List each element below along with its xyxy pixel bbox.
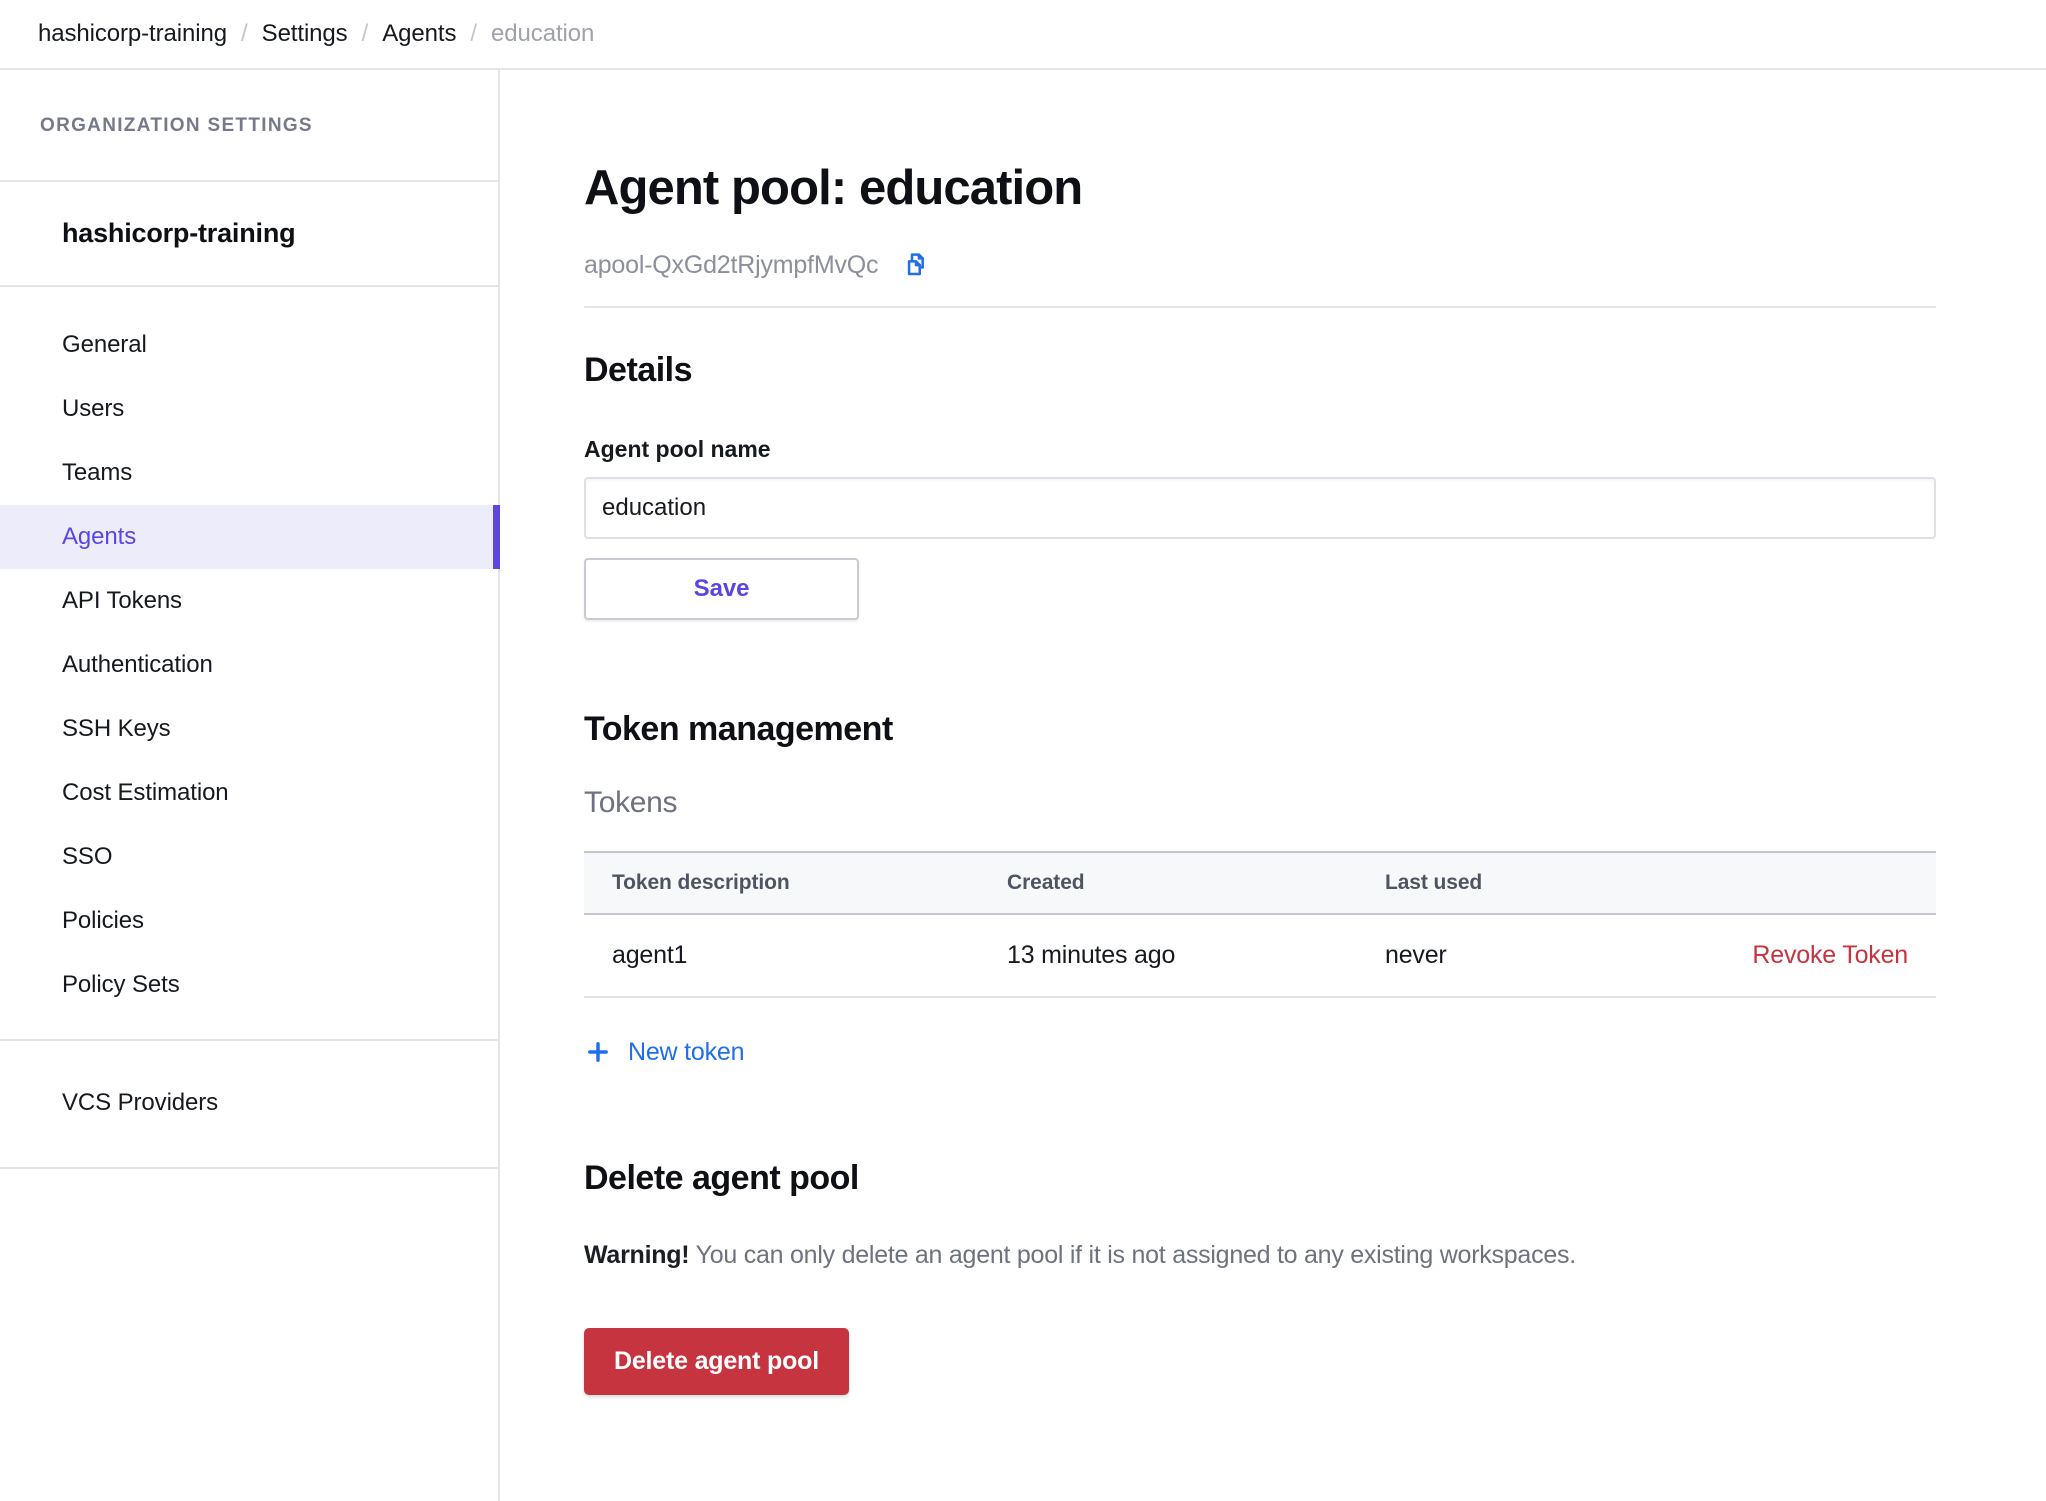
column-header-token-description: Token description bbox=[584, 852, 979, 914]
warning-label: Warning! bbox=[584, 1241, 689, 1269]
sidebar-nav-lower: VCS Providers bbox=[0, 1041, 498, 1167]
column-header-actions bbox=[1737, 852, 1936, 914]
tokens-table-head: Token description Created Last used bbox=[584, 852, 1936, 914]
delete-section-title: Delete agent pool bbox=[584, 1159, 1936, 1198]
sidebar-item-policies[interactable]: Policies bbox=[0, 889, 498, 953]
sidebar-item-label: Teams bbox=[62, 459, 132, 486]
sidebar-item-label: VCS Providers bbox=[62, 1089, 218, 1116]
breadcrumb-item-agents[interactable]: Agents bbox=[382, 20, 456, 48]
breadcrumb-item-current: education bbox=[491, 20, 594, 48]
sidebar-item-agents[interactable]: Agents bbox=[0, 505, 498, 569]
sidebar-item-ssh-keys[interactable]: SSH Keys bbox=[0, 697, 498, 761]
cell-actions: Revoke Token bbox=[1737, 914, 1936, 997]
sidebar-item-label: Agents bbox=[62, 523, 136, 550]
breadcrumb-item-settings[interactable]: Settings bbox=[262, 20, 348, 48]
agent-pool-name-input[interactable] bbox=[584, 477, 1936, 539]
sidebar-nav: General Users Teams Agents API Tokens Au… bbox=[0, 287, 498, 1039]
sidebar-heading: ORGANIZATION SETTINGS bbox=[0, 70, 498, 180]
table-row: agent1 13 minutes ago never Revoke Token bbox=[584, 914, 1936, 997]
sidebar-item-label: Cost Estimation bbox=[62, 779, 229, 806]
sidebar-item-general[interactable]: General bbox=[0, 313, 498, 377]
warning-body: You can only delete an agent pool if it … bbox=[689, 1241, 1576, 1269]
sidebar-org-name: hashicorp-training bbox=[0, 182, 498, 285]
breadcrumb-separator: / bbox=[362, 20, 369, 48]
new-token-button[interactable]: New token bbox=[584, 1038, 744, 1067]
sidebar-item-sso[interactable]: SSO bbox=[0, 825, 498, 889]
pool-id-row: apool-QxGd2tRjympfMvQc bbox=[584, 250, 1936, 308]
revoke-token-link[interactable]: Revoke Token bbox=[1752, 941, 1908, 969]
sidebar-item-vcs-providers[interactable]: VCS Providers bbox=[0, 1071, 498, 1135]
agent-pool-name-label: Agent pool name bbox=[584, 436, 1936, 463]
page-shell: ORGANIZATION SETTINGS hashicorp-training… bbox=[0, 70, 2046, 1501]
cell-created: 13 minutes ago bbox=[979, 914, 1357, 997]
token-management-section-title: Token management bbox=[584, 710, 1936, 749]
tokens-table: Token description Created Last used agen… bbox=[584, 851, 1936, 998]
save-button[interactable]: Save bbox=[584, 558, 859, 620]
cell-token-description: agent1 bbox=[584, 914, 979, 997]
cell-last-used: never bbox=[1357, 914, 1737, 997]
sidebar-nav-block: General Users Teams Agents API Tokens Au… bbox=[0, 285, 498, 1039]
main-content: Agent pool: education apool-QxGd2tRjympf… bbox=[500, 70, 2046, 1501]
sidebar-org-block: hashicorp-training bbox=[0, 180, 498, 285]
delete-warning-text: Warning! You can only delete an agent po… bbox=[584, 1241, 1936, 1270]
delete-agent-pool-button[interactable]: Delete agent pool bbox=[584, 1328, 849, 1395]
new-token-label: New token bbox=[628, 1038, 744, 1067]
sidebar-item-label: Users bbox=[62, 395, 124, 422]
sidebar-item-label: Policy Sets bbox=[62, 971, 180, 998]
sidebar-item-label: Policies bbox=[62, 907, 144, 934]
sidebar-bottom-divider bbox=[0, 1167, 498, 1169]
sidebar-item-authentication[interactable]: Authentication bbox=[0, 633, 498, 697]
sidebar-item-label: Authentication bbox=[62, 651, 213, 678]
table-header-row: Token description Created Last used bbox=[584, 852, 1936, 914]
breadcrumb-separator: / bbox=[241, 20, 248, 48]
column-header-created: Created bbox=[979, 852, 1357, 914]
column-header-last-used: Last used bbox=[1357, 852, 1737, 914]
copy-icon[interactable] bbox=[900, 250, 932, 282]
sidebar-item-label: API Tokens bbox=[62, 587, 182, 614]
sidebar-item-policy-sets[interactable]: Policy Sets bbox=[0, 953, 498, 1017]
tokens-table-body: agent1 13 minutes ago never Revoke Token bbox=[584, 914, 1936, 997]
page-title: Agent pool: education bbox=[584, 162, 1936, 216]
breadcrumb-separator: / bbox=[470, 20, 477, 48]
sidebar-item-api-tokens[interactable]: API Tokens bbox=[0, 569, 498, 633]
sidebar-lower-block: VCS Providers bbox=[0, 1039, 498, 1167]
sidebar: ORGANIZATION SETTINGS hashicorp-training… bbox=[0, 70, 500, 1501]
sidebar-item-users[interactable]: Users bbox=[0, 377, 498, 441]
sidebar-item-cost-estimation[interactable]: Cost Estimation bbox=[0, 761, 498, 825]
breadcrumb-bar: hashicorp-training / Settings / Agents /… bbox=[0, 0, 2046, 70]
breadcrumb-item-org[interactable]: hashicorp-training bbox=[38, 20, 227, 48]
sidebar-item-label: SSH Keys bbox=[62, 715, 171, 742]
sidebar-item-teams[interactable]: Teams bbox=[0, 441, 498, 505]
details-section-title: Details bbox=[584, 351, 1936, 390]
plus-icon bbox=[584, 1038, 612, 1066]
sidebar-item-label: General bbox=[62, 331, 147, 358]
tokens-subtitle: Tokens bbox=[584, 786, 1936, 820]
sidebar-item-label: SSO bbox=[62, 843, 112, 870]
pool-id-value: apool-QxGd2tRjympfMvQc bbox=[584, 251, 878, 280]
